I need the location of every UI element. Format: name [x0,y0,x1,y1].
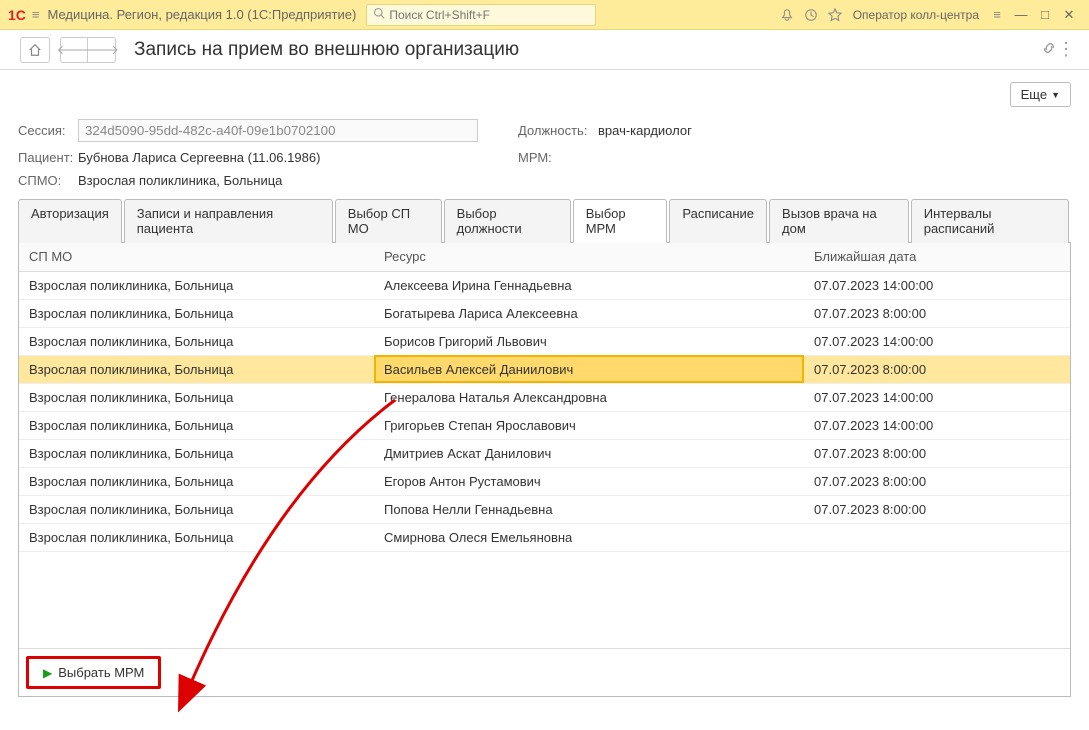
play-icon: ▶ [43,666,52,680]
cell-date: 07.07.2023 8:00:00 [804,299,1070,327]
cell-date: 07.07.2023 8:00:00 [804,467,1070,495]
close-button[interactable]: ✕ [1057,7,1081,23]
cell-resource: Дмитриев Аскат Данилович [374,439,804,467]
col-header-date[interactable]: Ближайшая дата [804,243,1070,271]
table-row[interactable]: Взрослая поликлиника, БольницаГригорьев … [19,411,1070,439]
cell-spmo: Взрослая поликлиника, Больница [19,271,374,299]
kebab-icon[interactable]: ⋮ [1057,39,1075,60]
cell-spmo: Взрослая поликлиника, Больница [19,495,374,523]
cell-date: 07.07.2023 8:00:00 [804,355,1070,383]
position-value: врач-кардиолог [598,123,692,138]
cell-spmo: Взрослая поликлиника, Больница [19,355,374,383]
cell-resource: Богатырева Лариса Алексеевна [374,299,804,327]
session-label: Сессия: [18,123,78,138]
mrm-table: СП МО Ресурс Ближайшая дата Взрослая пол… [19,243,1070,552]
more-button[interactable]: Еще ▼ [1010,82,1071,107]
search-icon [373,7,385,22]
table-row[interactable]: Взрослая поликлиника, БольницаДмитриев А… [19,439,1070,467]
tab-6[interactable]: Вызов врача на дом [769,199,909,243]
col-header-resource[interactable]: Ресурс [374,243,804,271]
cell-spmo: Взрослая поликлиника, Больница [19,383,374,411]
table-row[interactable]: Взрослая поликлиника, БольницаПопова Нел… [19,495,1070,523]
table-row[interactable]: Взрослая поликлиника, БольницаАлексеева … [19,271,1070,299]
tab-bar: АвторизацияЗаписи и направления пациента… [18,198,1071,243]
col-header-spmo[interactable]: СП МО [19,243,374,271]
spmo-value: Взрослая поликлиника, Больница [78,173,282,188]
cell-date: 07.07.2023 8:00:00 [804,439,1070,467]
cell-spmo: Взрослая поликлиника, Больница [19,299,374,327]
search-box[interactable] [366,4,596,26]
cell-date: 07.07.2023 14:00:00 [804,327,1070,355]
mrm-label: МРМ: [518,150,598,165]
tab-3[interactable]: Выбор должности [444,199,571,243]
cell-date [804,523,1070,551]
page-title: Запись на прием во внешнюю организацию [134,39,519,61]
app-title: Медицина. Регион, редакция 1.0 (1С:Предп… [48,7,357,22]
tab-2[interactable]: Выбор СП МО [335,199,442,243]
select-mrm-button[interactable]: ▶ Выбрать МРМ [26,656,161,689]
bell-icon[interactable] [775,3,799,27]
user-menu-icon[interactable]: ≡ [985,3,1009,27]
app-logo: 1С [8,7,26,23]
title-bar: 1С ≡ Медицина. Регион, редакция 1.0 (1С:… [0,0,1089,30]
patient-value: Бубнова Лариса Сергеевна (11.06.1986) [78,150,320,165]
cell-resource: Борисов Григорий Львович [374,327,804,355]
cell-date: 07.07.2023 14:00:00 [804,383,1070,411]
history-icon[interactable] [799,3,823,27]
cell-spmo: Взрослая поликлиника, Больница [19,467,374,495]
link-icon[interactable] [1041,40,1057,59]
table-row[interactable]: Взрослая поликлиника, БольницаГенералова… [19,383,1070,411]
minimize-button[interactable]: — [1009,7,1033,22]
table-row[interactable]: Взрослая поликлиника, БольницаСмирнова О… [19,523,1070,551]
cell-resource: Попова Нелли Геннадьевна [374,495,804,523]
select-mrm-label: Выбрать МРМ [58,665,144,680]
tab-0[interactable]: Авторизация [18,199,122,243]
cell-spmo: Взрослая поликлиника, Больница [19,327,374,355]
tab-1[interactable]: Записи и направления пациента [124,199,333,243]
tab-7[interactable]: Интервалы расписаний [911,199,1069,243]
navigation-toolbar: 🡐 🡒 Запись на прием во внешнюю организац… [0,30,1089,70]
patient-label: Пациент: [18,150,78,165]
cell-resource: Смирнова Олеся Емельяновна [374,523,804,551]
search-input[interactable] [389,8,589,22]
chevron-down-icon: ▼ [1051,90,1060,100]
table-row[interactable]: Взрослая поликлиника, БольницаЕгоров Ант… [19,467,1070,495]
cell-date: 07.07.2023 14:00:00 [804,271,1070,299]
cell-spmo: Взрослая поликлиника, Больница [19,439,374,467]
spmo-label: СПМО: [18,173,78,188]
menu-icon[interactable]: ≡ [32,7,40,22]
cell-resource: Егоров Антон Рустамович [374,467,804,495]
cell-spmo: Взрослая поликлиника, Больница [19,411,374,439]
session-input[interactable] [78,119,478,142]
tab-5[interactable]: Расписание [669,199,767,243]
table-row[interactable]: Взрослая поликлиника, БольницаБогатырева… [19,299,1070,327]
position-label: Должность: [518,123,598,138]
user-label: Оператор колл-центра [853,8,979,22]
table-row[interactable]: Взрослая поликлиника, БольницаБорисов Гр… [19,327,1070,355]
cell-date: 07.07.2023 8:00:00 [804,495,1070,523]
tab-4[interactable]: Выбор МРМ [573,199,668,243]
maximize-button[interactable]: □ [1033,7,1057,22]
more-label: Еще [1021,87,1047,102]
cell-resource: Алексеева Ирина Геннадьевна [374,271,804,299]
table-row[interactable]: Взрослая поликлиника, БольницаВасильев А… [19,355,1070,383]
star-icon[interactable] [823,3,847,27]
cell-date: 07.07.2023 14:00:00 [804,411,1070,439]
home-button[interactable] [20,37,50,63]
cell-resource: Генералова Наталья Александровна [374,383,804,411]
cell-resource: Григорьев Степан Ярославович [374,411,804,439]
cell-resource: Васильев Алексей Даниилович [374,355,804,383]
nav-forward-button[interactable]: 🡒 [88,37,116,63]
cell-spmo: Взрослая поликлиника, Больница [19,523,374,551]
